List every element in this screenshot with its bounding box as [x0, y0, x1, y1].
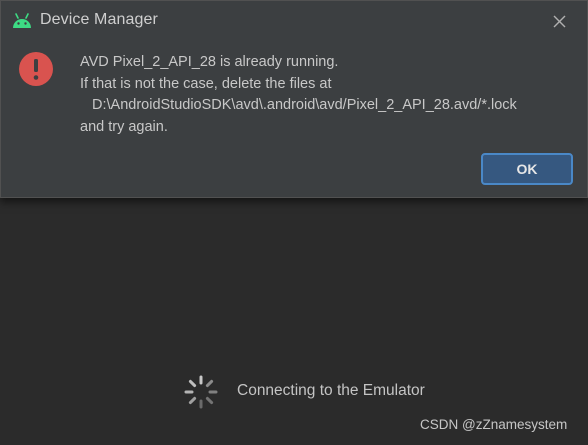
lock-file-path: D:\AndroidStudioSDK\avd\.android\avd/Pix…: [92, 97, 517, 113]
error-icon: [19, 52, 53, 86]
ok-button[interactable]: OK: [481, 153, 573, 185]
error-message: AVD Pixel_2_API_28 is already running. I…: [80, 52, 580, 138]
connecting-status: Connecting to the Emulator: [237, 382, 425, 399]
watermark: CSDN @zZnamesystem: [420, 417, 568, 432]
message-line: AVD Pixel_2_API_28 is already running.: [80, 54, 339, 70]
device-manager-dialog: Device Manager AVD Pixel_2_API_28 is alr…: [0, 0, 588, 198]
loading-spinner-icon: [183, 374, 219, 410]
close-icon[interactable]: [549, 11, 571, 33]
dialog-title: Device Manager: [40, 11, 158, 28]
message-line: and try again.: [80, 118, 168, 135]
dialog-titlebar: Device Manager: [1, 1, 587, 41]
message-line: If that is not the case, delete the file…: [80, 75, 332, 92]
android-icon: [11, 12, 33, 30]
